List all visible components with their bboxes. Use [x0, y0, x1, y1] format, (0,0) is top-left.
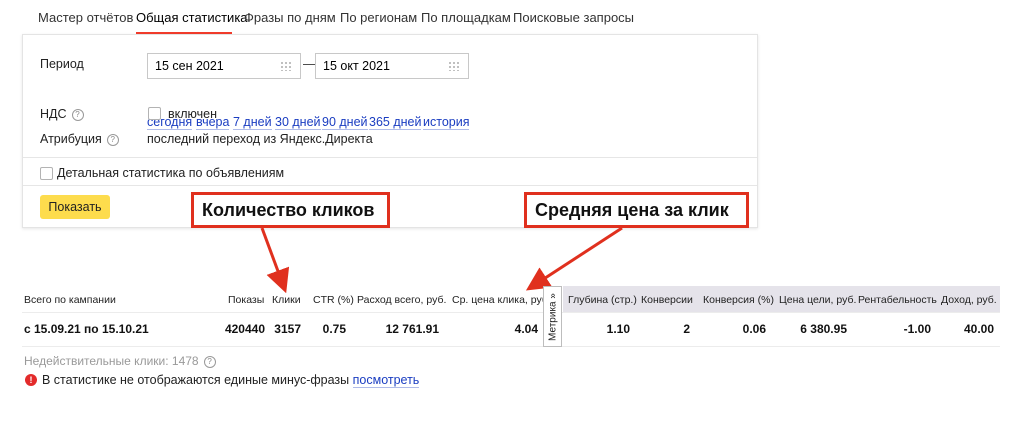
cell-impressions: 420440	[224, 322, 265, 336]
col-header-depth[interactable]: Глубина (стр.)	[568, 294, 637, 306]
invalid-clicks-note: Недействительные клики: 1478?	[24, 354, 216, 368]
col-header-impressions[interactable]: Показы	[228, 294, 264, 306]
col-header-avg-cpc[interactable]: Ср. цена клика, руб.	[452, 294, 551, 306]
row-divider	[22, 346, 1000, 347]
cell-spend: 12 761.91	[385, 322, 439, 336]
cell-clicks: 3157	[274, 322, 301, 336]
col-header-clicks[interactable]: Клики	[272, 294, 301, 306]
metrika-toggle-tab[interactable]: Метрика »	[543, 286, 562, 347]
row-divider	[22, 312, 1000, 313]
col-header-conversion-rate[interactable]: Конверсия (%)	[703, 294, 774, 306]
col-header-spend[interactable]: Расход всего, руб.	[357, 294, 446, 306]
col-header-conversions[interactable]: Конверсии	[641, 294, 693, 306]
cell-depth: 1.10	[606, 322, 630, 336]
cell-conversion-rate: 0.06	[742, 322, 766, 336]
cell-revenue: 40.00	[963, 322, 994, 336]
cell-ctr: 0.75	[322, 322, 346, 336]
cell-goal-cost: 6 380.95	[800, 322, 847, 336]
warning-icon: !	[25, 374, 37, 386]
col-header-profitability[interactable]: Рентабельность	[858, 294, 937, 306]
col-header-ctr[interactable]: CTR (%)	[313, 294, 354, 306]
cpc-arrow	[525, 226, 623, 291]
cell-conversions: 2	[683, 322, 690, 336]
col-header-goal-cost[interactable]: Цена цели, руб.	[779, 294, 856, 306]
minus-phrases-warning: В статистике не отображаются единые мину…	[42, 373, 420, 388]
help-icon[interactable]: ?	[203, 356, 216, 368]
view-minus-phrases-link[interactable]: посмотреть	[352, 373, 420, 388]
metrika-toggle-label: Метрика »	[547, 292, 558, 341]
cell-profitability: -1.00	[903, 322, 931, 336]
cell-avg-cpc: 4.04	[514, 322, 538, 336]
col-header-campaign-total[interactable]: Всего по кампании	[24, 294, 116, 306]
clicks-arrow	[260, 227, 290, 294]
cell-period: с 15.09.21 по 15.10.21	[24, 322, 149, 336]
col-header-revenue[interactable]: Доход, руб.	[941, 294, 997, 306]
